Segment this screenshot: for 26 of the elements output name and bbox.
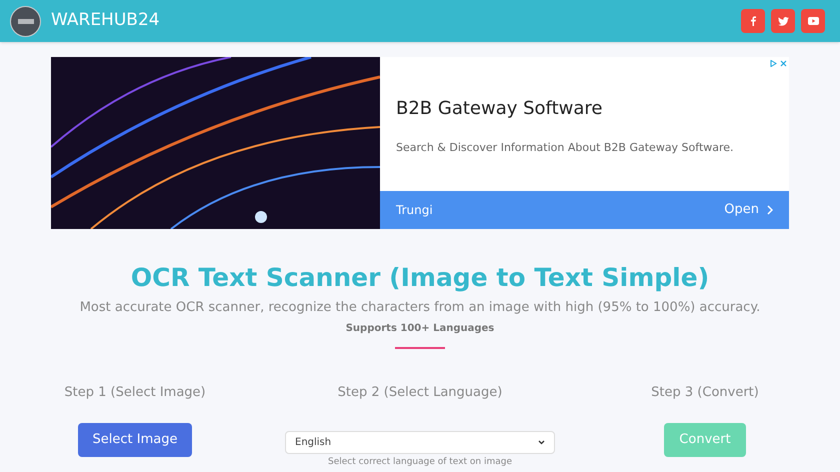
page-title: OCR Text Scanner (Image to Text Simple) (130, 262, 710, 294)
chevron-down-icon (538, 440, 545, 444)
action-button[interactable]: Select Image (78, 422, 192, 456)
ad-headline[interactable]: B2B Gateway Software (396, 95, 773, 122)
site-title[interactable]: WAREHUB24 (51, 8, 160, 34)
twitter-icon (778, 16, 788, 26)
video-play-icon (808, 17, 818, 25)
ad-choices-icon[interactable] (770, 60, 787, 67)
language-dropdown[interactable]: English (285, 430, 555, 454)
languages-note: Supports 100+ Languages (346, 322, 494, 336)
social-link[interactable] (741, 9, 765, 33)
step-label: Step 3 (Convert) (651, 384, 759, 402)
social-link[interactable] (801, 9, 825, 33)
ad-description: Search & Discover Information About B2B Gateway Software. (396, 140, 735, 156)
social-link[interactable] (771, 9, 795, 33)
chevron-right-icon (767, 205, 773, 215)
ad-banner[interactable]: B2B Gateway Software Search & Discover Information About B2B Gateway Software. Trungi Open (51, 57, 789, 229)
facebook-icon (750, 16, 756, 26)
ad-action-bar[interactable]: Trungi Open (380, 191, 789, 229)
step-label: Step 2 (Select Language) (338, 384, 502, 402)
open-link[interactable]: Open (724, 200, 759, 220)
step-label: Step 1 (Select Image) (64, 384, 206, 402)
advertiser-name: Trungi (396, 202, 433, 219)
page-subtitle: Most accurate OCR scanner, recognize the characters from an image with high (95% to 100%) accuracy. (80, 298, 760, 316)
language-hint: Select correct language of text on image (328, 456, 512, 468)
logo-icon[interactable] (10, 6, 41, 36)
